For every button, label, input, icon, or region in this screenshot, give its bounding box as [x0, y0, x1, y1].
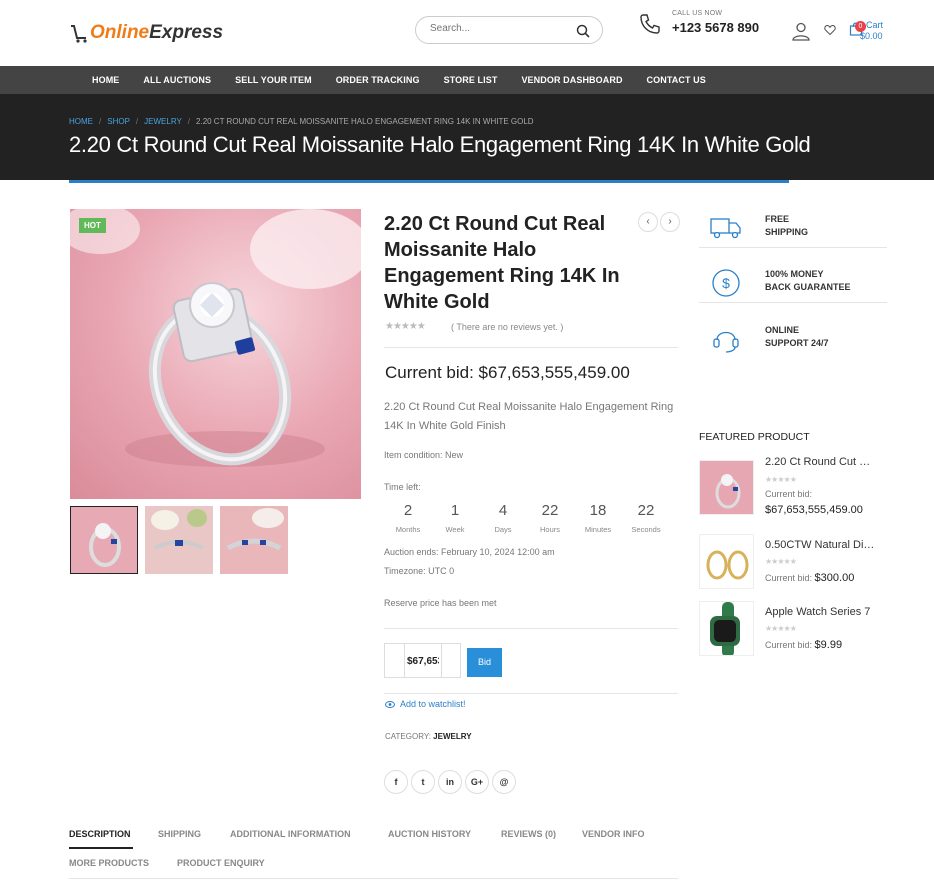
ring-image	[70, 209, 361, 499]
featured-product-image[interactable]	[699, 601, 754, 656]
cart-total[interactable]: $0.00	[860, 31, 883, 41]
site-logo[interactable]: Online Express	[70, 18, 223, 48]
tab-shipping[interactable]: SHIPPING	[158, 829, 201, 839]
nav-vendor-dashboard[interactable]: VENDOR DASHBOARD	[521, 75, 622, 85]
product-thumbnail[interactable]	[145, 506, 213, 574]
featured-product-image[interactable]	[699, 460, 754, 515]
tab-additional-information[interactable]: ADDITIONAL INFORMATION	[230, 829, 351, 839]
product-category: CATEGORY: JEWELRY	[385, 732, 472, 741]
countdown-seconds: 22 Seconds	[631, 502, 661, 534]
truck-icon	[710, 218, 741, 239]
countdown-hours: 22 Hours	[539, 502, 560, 534]
headset-icon	[713, 331, 739, 353]
featured-product-price: Current bid: $67,653,555,459.00	[765, 489, 863, 516]
main-nav: HOME ALL AUCTIONS SELL YOUR ITEM ORDER T…	[0, 66, 934, 94]
rating-stars-icon: ★★★★★	[765, 624, 797, 633]
divider	[384, 628, 678, 629]
twitter-share-icon[interactable]: t	[411, 770, 435, 794]
divider	[69, 878, 678, 879]
featured-product-image[interactable]	[699, 534, 754, 589]
eye-icon	[385, 700, 395, 708]
tab-description[interactable]: DESCRIPTION	[69, 829, 131, 839]
countdown-week: 1 Week	[445, 502, 465, 534]
featured-product-price: Current bid: $9.99	[765, 639, 843, 651]
time-left-label: Time left:	[384, 482, 421, 492]
nav-all-auctions[interactable]: ALL AUCTIONS	[143, 75, 211, 85]
call-us-label: CALL US NOW	[672, 10, 723, 17]
bid-button[interactable]: Bid	[467, 648, 502, 677]
featured-product-price: Current bid: $300.00	[765, 572, 855, 584]
feature-money-back: $ 100% MONEY BACK GUARANTEE	[699, 268, 887, 322]
short-description: 2.20 Ct Round Cut Real Moissanite Halo E…	[384, 401, 674, 432]
tab-product-enquiry[interactable]: PRODUCT ENQUIRY	[177, 858, 265, 868]
category-link[interactable]: JEWELRY	[433, 732, 471, 741]
cart-logo-icon	[71, 25, 87, 43]
feature-online-support: ONLINE SUPPORT 24/7	[699, 324, 887, 378]
breadcrumb-jewelry[interactable]: JEWELRY	[144, 117, 182, 126]
email-share-icon[interactable]: @	[492, 770, 516, 794]
divider	[384, 347, 678, 348]
cart-label[interactable]: Cart	[866, 20, 883, 30]
featured-product-name[interactable]: 2.20 Ct Round Cut Real Moissanite Halo E…	[765, 456, 875, 468]
nav-order-tracking[interactable]: ORDER TRACKING	[336, 75, 420, 85]
title-accent-line	[69, 180, 789, 183]
reserve-status: Reserve price has been met	[384, 598, 497, 608]
tab-reviews[interactable]: REVIEWS (0)	[501, 829, 556, 839]
product-main-image[interactable]	[70, 209, 361, 499]
add-to-watchlist-link[interactable]: Add to watchlist!	[385, 699, 466, 709]
next-product-icon[interactable]: ›	[660, 212, 680, 232]
rating-stars-icon: ★★★★★	[765, 557, 797, 566]
googleplus-share-icon[interactable]: G+	[465, 770, 489, 794]
tab-vendor-info[interactable]: VENDOR INFO	[582, 829, 645, 839]
countdown-months: 2 Months	[395, 502, 421, 534]
prev-product-icon[interactable]: ‹	[638, 212, 658, 232]
countdown-days: 4 Days	[494, 502, 512, 534]
divider	[384, 693, 678, 694]
bid-amount-field[interactable]: $67,653,555,459	[384, 643, 461, 678]
current-bid: Current bid: $67,653,555,459.00	[385, 363, 630, 382]
search-box	[415, 16, 603, 44]
breadcrumb: HOME / SHOP / JEWELRY / 2.20 CT ROUND CU…	[69, 117, 534, 126]
countdown-minutes: 18 Minutes	[584, 502, 612, 534]
search-input[interactable]	[430, 23, 570, 34]
linkedin-share-icon[interactable]: in	[438, 770, 462, 794]
rating-stars-icon: ★★★★★	[765, 475, 797, 484]
breadcrumb-home[interactable]: HOME	[69, 117, 93, 126]
page-title: 2.20 Ct Round Cut Real Moissanite Halo E…	[69, 132, 811, 157]
tab-auction-history[interactable]: AUCTION HISTORY	[388, 829, 471, 839]
product-title: 2.20 Ct Round Cut Real Moissanite Halo E…	[384, 213, 620, 313]
nav-store-list[interactable]: STORE LIST	[444, 75, 498, 85]
phone-number[interactable]: +123 5678 890	[672, 20, 759, 35]
tab-more-products[interactable]: MORE PRODUCTS	[69, 858, 149, 868]
phone-icon	[640, 14, 660, 34]
feature-free-shipping: FREE SHIPPING	[699, 213, 887, 267]
wishlist-heart-icon[interactable]	[824, 24, 836, 36]
user-icon[interactable]	[791, 21, 811, 41]
timezone: Timezone: UTC 0	[384, 566, 455, 576]
breadcrumb-shop[interactable]: SHOP	[107, 117, 130, 126]
product-thumbnail[interactable]	[70, 506, 138, 574]
bid-amount-value[interactable]: $67,653,555,459	[407, 656, 439, 667]
product-thumbnail[interactable]	[220, 506, 288, 574]
reviews-link[interactable]: ( There are no reviews yet. )	[451, 322, 563, 332]
item-condition: Item condition: New	[384, 450, 464, 460]
featured-product-heading: FEATURED PRODUCT	[699, 431, 810, 443]
logo-text-online: Online	[90, 22, 150, 43]
hot-badge: HOT	[79, 218, 106, 233]
dollar-icon: $	[712, 269, 740, 297]
breadcrumb-current: 2.20 CT ROUND CUT REAL MOISSANITE HALO E…	[196, 117, 534, 126]
auction-ends: Auction ends: February 10, 2024 12:00 am	[384, 547, 555, 557]
active-tab-underline	[69, 847, 133, 849]
logo-text-express: Express	[149, 22, 224, 43]
featured-product-name[interactable]: Apple Watch Series 7	[765, 606, 875, 618]
rating-stars-icon: ★★★★★	[385, 321, 426, 332]
nav-home[interactable]: HOME	[92, 75, 119, 85]
facebook-share-icon[interactable]: f	[384, 770, 408, 794]
nav-contact-us[interactable]: CONTACT US	[647, 75, 706, 85]
featured-product-name[interactable]: 0.50CTW Natural Diamond Hoop Earrings	[765, 539, 875, 551]
svg-text:$: $	[722, 275, 730, 291]
site-header: OnlineExpress CALL US NOW +123 5678 890 …	[0, 0, 934, 66]
search-icon[interactable]	[576, 24, 590, 38]
nav-sell-your-item[interactable]: SELL YOUR ITEM	[235, 75, 312, 85]
